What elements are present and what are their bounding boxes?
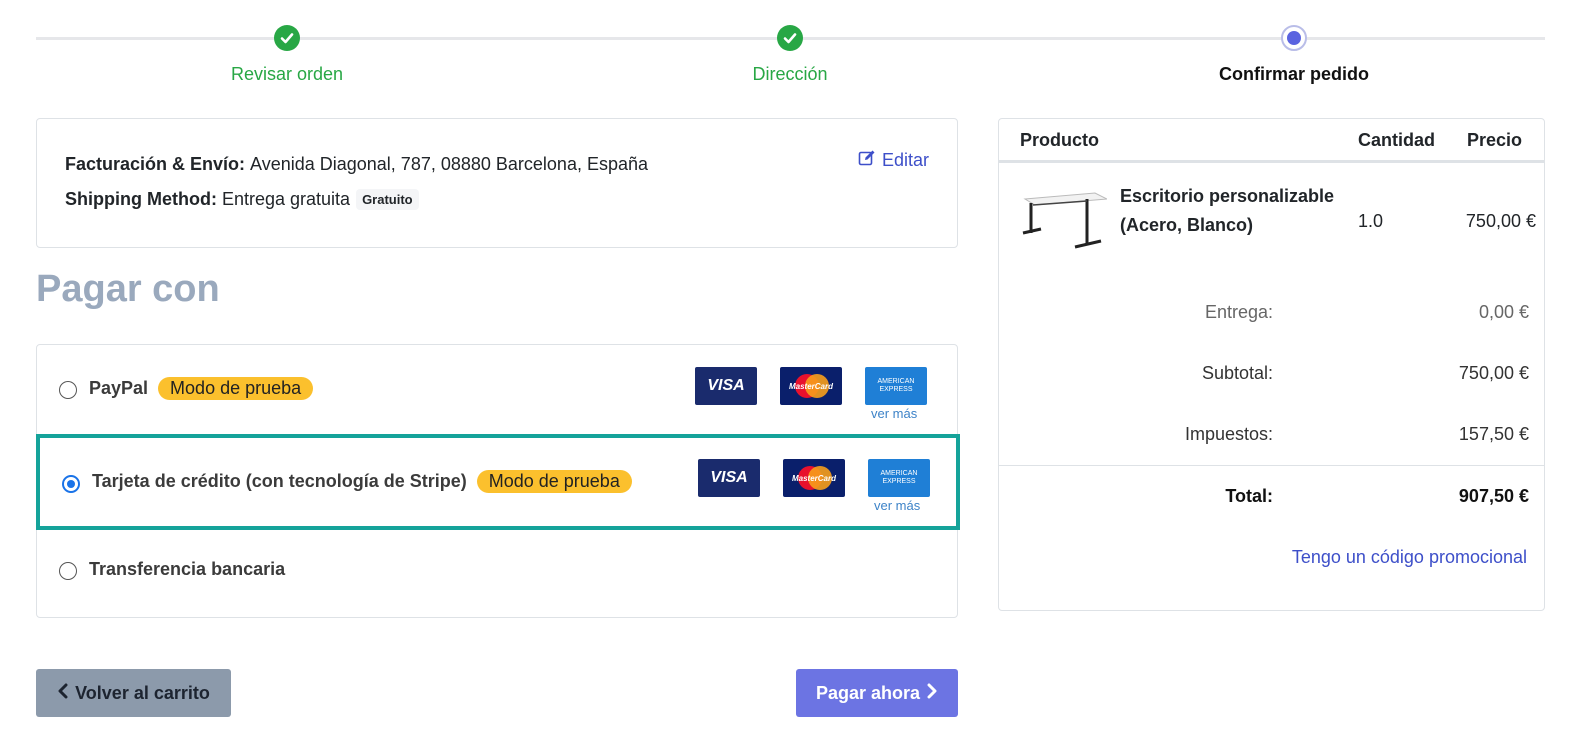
shipping-value: Entrega gratuita	[221, 189, 351, 209]
checkout-progress: Revisar orden Dirección Confirmar pedido	[36, 20, 1545, 100]
payment-option-bank-transfer[interactable]: Transferencia bancaria	[37, 529, 959, 620]
amex-logo-icon: AMERICAN EXPRESS	[865, 367, 927, 405]
back-to-cart-label: Volver al carrito	[75, 682, 210, 703]
pay-now-label: Pagar ahora	[815, 682, 921, 703]
shipping-badge: Gratuito	[356, 189, 419, 210]
test-mode-badge: Modo de prueba	[158, 377, 314, 400]
shipping-row: Shipping Method: Entrega gratuita Gratui…	[65, 182, 929, 217]
billing-label: Facturación & Envío:	[65, 154, 246, 174]
taxes-value: 157,50 €	[1458, 424, 1529, 444]
mastercard-logo-icon: MasterCard	[783, 459, 845, 497]
address-card: Facturación & Envío: Avenida Diagonal, 7…	[36, 118, 958, 248]
promo-code-link[interactable]: Tengo un código promocional	[1292, 547, 1527, 568]
back-to-cart-button[interactable]: Volver al carrito	[36, 669, 231, 717]
see-more-link[interactable]: ver más	[874, 498, 920, 513]
payment-title: Pagar con	[36, 268, 220, 310]
delivery-label: Entrega:	[1204, 302, 1273, 322]
header-quantity: Cantidad	[1358, 130, 1436, 150]
summary-divider	[999, 465, 1544, 466]
total-value: 907,50 €	[1458, 486, 1529, 506]
visa-logo-icon: VISA	[695, 367, 757, 405]
billing-row: Facturación & Envío: Avenida Diagonal, 7…	[65, 147, 929, 182]
step-label: Dirección	[752, 64, 828, 84]
payment-methods: PayPal Modo de prueba VISA MasterCard AM…	[36, 344, 960, 620]
payment-option-label: Transferencia bancaria	[89, 559, 285, 580]
current-step-dot-icon	[1281, 25, 1307, 51]
product-name: Escritorio personalizable (Acero, Blanco…	[1120, 186, 1335, 235]
payment-option-stripe[interactable]: Tarjeta de crédito (con tecnología de St…	[36, 434, 960, 530]
payment-option-label: PayPal Modo de prueba	[89, 377, 314, 400]
step-address[interactable]: Dirección	[640, 20, 940, 85]
payment-option-label: Tarjeta de crédito (con tecnología de St…	[92, 470, 632, 493]
step-review-order[interactable]: Revisar orden	[137, 20, 437, 85]
summary-header: Producto Cantidad Precio	[999, 119, 1544, 163]
stripe-radio[interactable]	[62, 475, 80, 493]
step-label: Confirmar pedido	[1218, 64, 1369, 84]
step-label: Revisar orden	[230, 64, 344, 84]
stripe-label: Tarjeta de crédito (con tecnología de St…	[92, 471, 467, 491]
subtotal-value: 750,00 €	[1458, 363, 1529, 383]
product-image	[1021, 191, 1109, 255]
edit-address-link[interactable]: Editar	[858, 149, 929, 172]
test-mode-badge: Modo de prueba	[476, 470, 632, 493]
edit-label: Editar	[881, 150, 929, 170]
order-summary: Producto Cantidad Precio Escritorio pers…	[998, 118, 1545, 611]
chevron-left-icon	[57, 683, 69, 704]
product-price: 750,00 €	[1465, 211, 1536, 231]
header-product: Producto	[1020, 130, 1099, 150]
product-quantity: 1.0	[1358, 211, 1384, 231]
bank-transfer-label: Transferencia bancaria	[89, 559, 286, 579]
delivery-value: 0,00 €	[1478, 302, 1529, 322]
amex-logo-icon: AMERICAN EXPRESS	[868, 459, 930, 497]
paypal-label: PayPal	[89, 378, 149, 398]
taxes-label: Impuestos:	[1184, 424, 1273, 444]
edit-icon	[858, 149, 876, 172]
chevron-right-icon	[926, 683, 938, 704]
header-price: Precio	[1467, 130, 1523, 150]
see-more-link[interactable]: ver más	[871, 406, 917, 421]
step-confirm-order: Confirmar pedido	[1144, 20, 1444, 85]
pay-now-button[interactable]: Pagar ahora	[796, 669, 958, 717]
check-circle-icon	[274, 25, 300, 51]
card-logos: VISA MasterCard AMERICAN EXPRESS	[698, 459, 930, 497]
bank-transfer-radio[interactable]	[59, 562, 77, 580]
payment-option-paypal[interactable]: PayPal Modo de prueba VISA MasterCard AM…	[37, 345, 959, 436]
card-logos: VISA MasterCard AMERICAN EXPRESS	[695, 367, 927, 405]
check-circle-icon	[777, 25, 803, 51]
mastercard-logo-icon: MasterCard	[780, 367, 842, 405]
subtotal-label: Subtotal:	[1201, 363, 1273, 383]
shipping-label: Shipping Method:	[65, 189, 217, 209]
total-label: Total:	[1225, 486, 1273, 506]
billing-value: Avenida Diagonal, 787, 08880 Barcelona, …	[250, 154, 648, 174]
paypal-radio[interactable]	[59, 381, 77, 399]
visa-logo-icon: VISA	[698, 459, 760, 497]
